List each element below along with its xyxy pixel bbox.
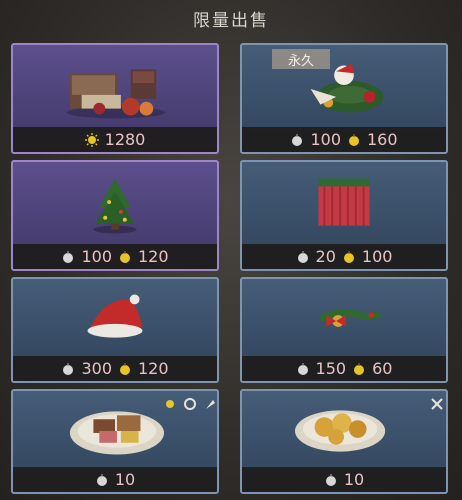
wrench-badge-icon — [184, 398, 196, 410]
silver-apple-icon — [96, 473, 107, 486]
shop-item-santa-hat[interactable]: 300 120 — [11, 277, 219, 383]
shop-item-cookie-platter[interactable]: 10 — [240, 389, 448, 494]
silver-apple-icon — [292, 133, 303, 146]
shop-item-xmas-wreath[interactable]: 永久 100 160 — [240, 43, 448, 154]
silver-apple-icon — [63, 250, 74, 263]
gold-apple-icon — [354, 362, 365, 375]
permanent-tag: 永久 — [272, 49, 330, 69]
xmas-garland-image — [318, 309, 382, 327]
price-amount: 160 — [367, 130, 398, 149]
price-bar: 20 100 — [242, 244, 446, 269]
xmas-tree-image — [93, 178, 137, 234]
price-amount: 300 — [81, 359, 112, 378]
silver-apple-icon — [297, 250, 308, 263]
gold-apple-icon — [120, 362, 130, 375]
price-amount: 10 — [343, 470, 365, 489]
price-amount: 100 — [310, 130, 341, 149]
gold-apple-icon — [343, 250, 354, 263]
page-title: 限量出售 — [193, 11, 269, 31]
bed-set-image — [66, 69, 166, 119]
flower-badge-icon — [166, 400, 174, 408]
price-bar: 10 — [242, 467, 446, 492]
gold-apple-icon — [120, 250, 130, 263]
silver-apple-icon — [325, 473, 336, 486]
price-amount: 60 — [372, 359, 393, 378]
shop-item-xmas-garland[interactable]: 150 60 — [240, 277, 448, 383]
cookie-platter-image — [294, 410, 386, 452]
price-amount: 120 — [138, 247, 169, 266]
shop-item-cake-platter[interactable]: 10 — [11, 389, 219, 494]
price-amount: 100 — [81, 247, 112, 266]
price-amount: 10 — [114, 470, 136, 489]
price-bar: 100 120 — [13, 244, 217, 269]
shop-item-red-curtain[interactable]: 20 100 — [240, 160, 448, 271]
silver-apple-icon — [297, 362, 308, 375]
tools-badge-icon — [431, 398, 443, 410]
price-bar: 1280 — [13, 127, 217, 152]
price-bar: 150 60 — [242, 356, 446, 381]
price-amount: 20 — [315, 247, 336, 266]
red-curtain-image — [318, 178, 370, 226]
price-amount: 150 — [315, 359, 347, 378]
price-bar: 10 — [13, 467, 217, 492]
sun-coin-icon — [84, 132, 99, 147]
shop-item-xmas-tree[interactable]: 100 120 — [11, 160, 219, 271]
price-amount: 120 — [138, 359, 169, 378]
gold-apple-icon — [349, 133, 359, 146]
price-amount: 1280 — [104, 130, 146, 149]
price-amount: 100 — [361, 247, 393, 266]
price-bar: 300 120 — [13, 356, 217, 381]
silver-apple-icon — [63, 362, 74, 375]
shop-item-bed-set[interactable]: 1280 — [11, 43, 219, 154]
price-bar: 100 160 — [242, 127, 446, 152]
axe-badge-icon — [206, 400, 215, 409]
santa-hat-image — [87, 294, 143, 338]
